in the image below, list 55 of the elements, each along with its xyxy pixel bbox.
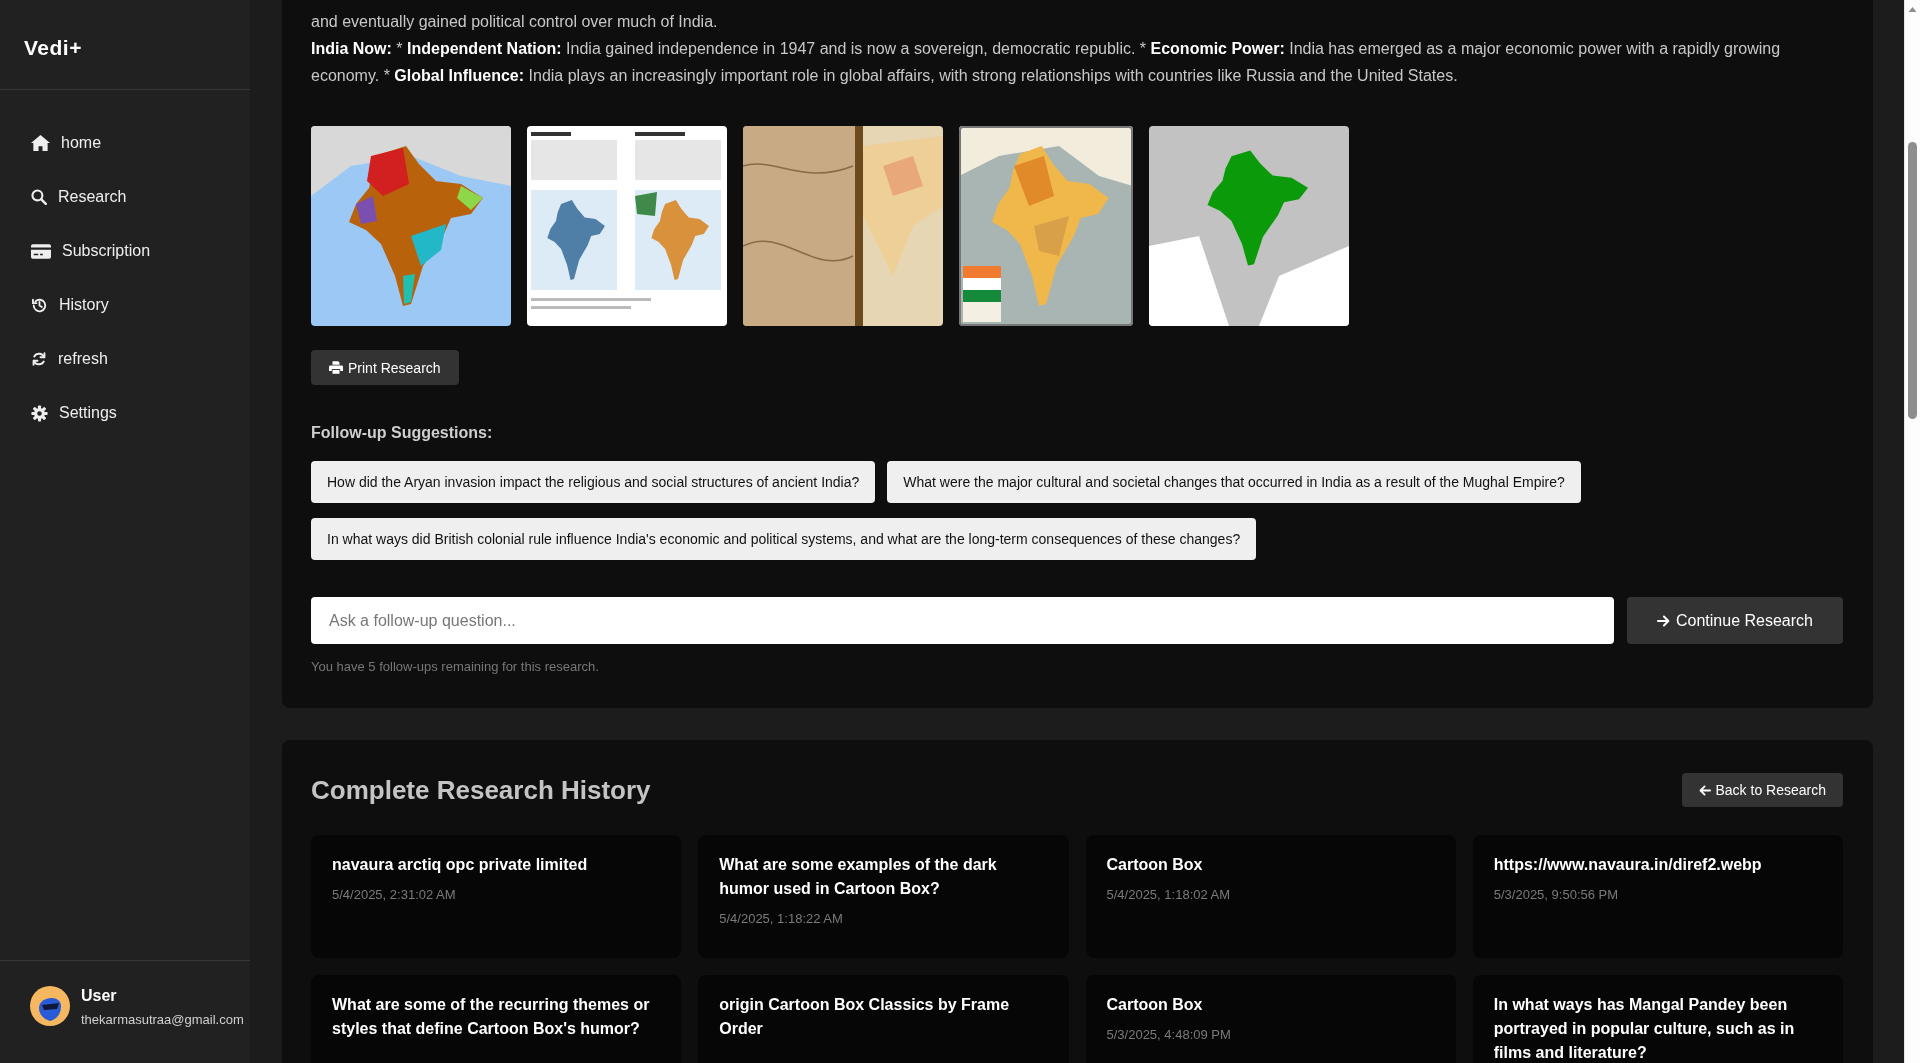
nav-link[interactable]: History bbox=[0, 278, 250, 332]
card-date: 5/3/2025, 4:48:09 PM bbox=[1106, 1026, 1231, 1044]
nav-link[interactable]: Subscription bbox=[0, 224, 250, 278]
card-title: What are some examples of the dark humor used in Cartoon Box? bbox=[719, 855, 998, 899]
suggestion-chip[interactable]: In what ways did British colonial rule influence India's economic and political systems, and what are the long-term consequences of these changes? bbox=[311, 518, 1257, 560]
back-button[interactable]: Back to Research bbox=[1681, 773, 1843, 807]
settings-icon bbox=[31, 404, 48, 422]
card-date: 5/3/2025, 9:50:56 PM bbox=[1493, 886, 1619, 904]
continue-button[interactable]: Continue Research bbox=[1627, 597, 1843, 644]
nav-link[interactable]: Settings bbox=[0, 386, 250, 440]
print-button[interactable]: Print Research bbox=[311, 350, 459, 385]
scrollbar-thumb[interactable] bbox=[1908, 142, 1917, 419]
refresh-icon bbox=[31, 351, 47, 367]
credit-card-icon bbox=[31, 243, 51, 259]
nav-link[interactable]: refresh bbox=[0, 332, 250, 386]
history-card[interactable]: What are some of the recurring themes or styles that define Cartoon Box's humor? bbox=[311, 975, 682, 1063]
history-card[interactable]: navaura arctiq opc private limited 5/4/2025, 2:31:02 AM bbox=[311, 835, 682, 958]
nav-link[interactable]: home bbox=[0, 116, 250, 170]
history-icon bbox=[31, 296, 48, 314]
arrow-right-icon bbox=[1657, 614, 1670, 627]
history-card[interactable]: Cartoon Box 5/3/2025, 4:48:09 PM bbox=[1085, 975, 1456, 1063]
user-name: User bbox=[81, 986, 118, 1006]
suggestion-chip[interactable]: How did the Aryan invasion impact the religious and social structures of ancient India? bbox=[311, 461, 876, 503]
history-heading: Complete Research History bbox=[311, 774, 651, 806]
research-text: India Now: * Independent Nation: India gained independence in 1947 and is now a sovereign, democratic republic. * Economic Power: India has emerged as a major economic power with a rapidly growing economy. * Global Influence: India plays an increasingly important role in global affairs, with strong relationships with countries like Russia and the United States. bbox=[311, 39, 1782, 86]
user-email: thekarmasutraa@gmail.com bbox=[81, 1011, 244, 1029]
search-icon bbox=[31, 189, 47, 205]
home-icon bbox=[31, 135, 50, 151]
history-card[interactable]: Cartoon Box 5/4/2025, 1:18:02 AM bbox=[1085, 835, 1456, 958]
card-title: In what ways has Mangal Pandey been portrayed in popular culture, such as in films and literature? bbox=[1493, 995, 1796, 1063]
card-date: 5/4/2025, 1:18:02 AM bbox=[1106, 886, 1231, 904]
history-card[interactable]: origin Cartoon Box Classics by Frame Order bbox=[698, 975, 1069, 1063]
card-title: What are some of the recurring themes or styles that define Cartoon Box's humor? bbox=[332, 995, 651, 1039]
arrow-left-icon bbox=[1698, 784, 1711, 796]
app-logo[interactable]: Vedi+ bbox=[24, 35, 82, 61]
remaining-note: You have 5 follow-ups remaining for this research. bbox=[311, 658, 600, 676]
scroll-up-arrow-icon[interactable] bbox=[1908, 7, 1917, 12]
question-input[interactable]: Ask a follow-up question... bbox=[311, 597, 1614, 644]
avatar[interactable] bbox=[30, 986, 70, 1026]
research-text: and eventually gained political control over much of India. bbox=[311, 12, 719, 32]
card-date: 5/4/2025, 1:18:22 AM bbox=[719, 910, 843, 928]
card-title: origin Cartoon Box Classics by Frame Order bbox=[719, 995, 1011, 1039]
history-card[interactable]: https://www.navaura.in/diref2.webp 5/3/2025, 9:50:56 PM bbox=[1472, 835, 1843, 958]
history-card[interactable]: What are some examples of the dark humor used in Cartoon Box? 5/4/2025, 1:18:22 AM bbox=[698, 835, 1069, 958]
section-heading: Follow-up Suggestions: bbox=[311, 423, 494, 443]
scrollbar[interactable] bbox=[1904, 0, 1920, 1063]
card-title: Cartoon Box bbox=[1106, 855, 1203, 875]
card-title: https://www.navaura.in/diref2.webp bbox=[1493, 855, 1762, 875]
card-title: Cartoon Box bbox=[1106, 995, 1203, 1015]
card-date: 5/4/2025, 2:31:02 AM bbox=[332, 886, 456, 904]
history-card[interactable]: In what ways has Mangal Pandey been portrayed in popular culture, such as in films and literature? bbox=[1472, 975, 1843, 1063]
suggestion-chip[interactable]: What were the major cultural and societal changes that occurred in India as a result of the Mughal Empire? bbox=[887, 461, 1581, 503]
nav-link[interactable]: Research bbox=[0, 170, 250, 224]
card-title: navaura arctiq opc private limited bbox=[332, 855, 588, 875]
printer-icon bbox=[329, 361, 343, 374]
